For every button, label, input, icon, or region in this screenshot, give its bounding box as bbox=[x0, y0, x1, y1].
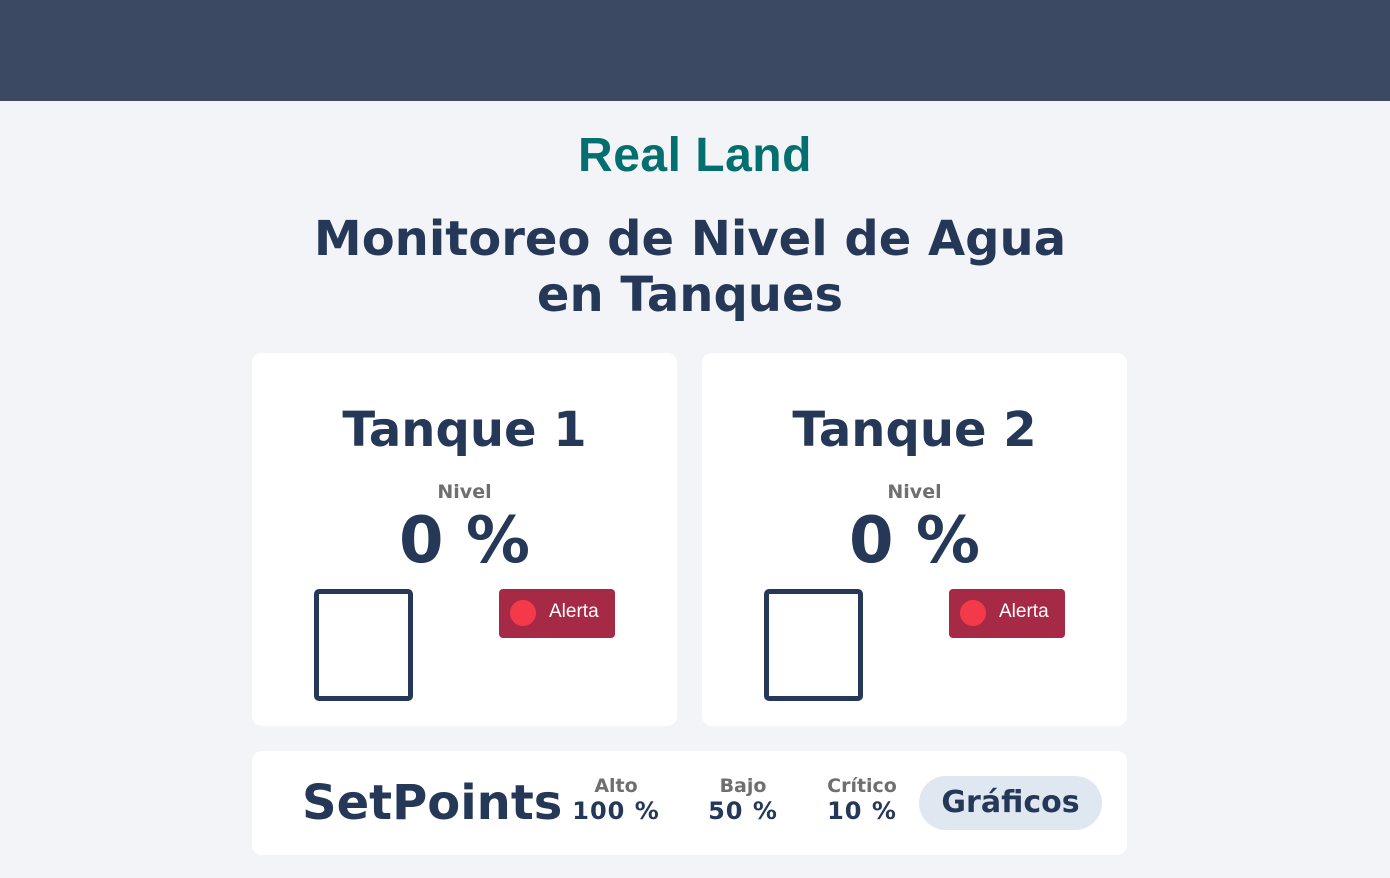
tank-card-2: Tanque 2 Nivel 0 % Alerta bbox=[702, 353, 1127, 726]
level-label: Nivel bbox=[887, 481, 942, 503]
tank-name: Tanque 2 bbox=[792, 402, 1037, 458]
setpoint-value: 50 % bbox=[708, 797, 778, 825]
setpoint-critical: Crítico 10 % bbox=[812, 775, 912, 825]
brand-logo-text: Real Land bbox=[578, 129, 812, 182]
level-value: 0 % bbox=[399, 504, 530, 578]
tank-name: Tanque 1 bbox=[342, 402, 587, 458]
setpoint-label: Alto bbox=[594, 775, 638, 797]
setpoints-title: SetPoints bbox=[302, 775, 563, 831]
setpoint-high: Alto 100 % bbox=[566, 775, 666, 825]
setpoint-label: Crítico bbox=[827, 775, 897, 797]
graphs-button[interactable]: Gráficos bbox=[919, 776, 1102, 830]
tank-level-gauge bbox=[314, 589, 413, 701]
alert-button[interactable]: Alerta bbox=[949, 589, 1065, 638]
tank-level-gauge bbox=[764, 589, 863, 701]
alert-button[interactable]: Alerta bbox=[499, 589, 615, 638]
setpoint-label: Bajo bbox=[719, 775, 767, 797]
alert-indicator-icon bbox=[510, 600, 536, 626]
alert-label: Alerta bbox=[549, 601, 599, 622]
level-label: Nivel bbox=[437, 481, 492, 503]
level-value: 0 % bbox=[849, 504, 980, 578]
alert-label: Alerta bbox=[999, 601, 1049, 622]
setpoint-value: 10 % bbox=[827, 797, 897, 825]
alert-indicator-icon bbox=[960, 600, 986, 626]
setpoint-low: Bajo 50 % bbox=[693, 775, 793, 825]
setpoints-panel: SetPoints Alto 100 % Bajo 50 % Crítico 1… bbox=[252, 751, 1127, 855]
top-bar bbox=[0, 0, 1390, 101]
setpoint-value: 100 % bbox=[572, 797, 660, 825]
tank-card-1: Tanque 1 Nivel 0 % Alerta bbox=[252, 353, 677, 726]
page-title: Monitoreo de Nivel de Agua en Tanques bbox=[313, 211, 1067, 323]
